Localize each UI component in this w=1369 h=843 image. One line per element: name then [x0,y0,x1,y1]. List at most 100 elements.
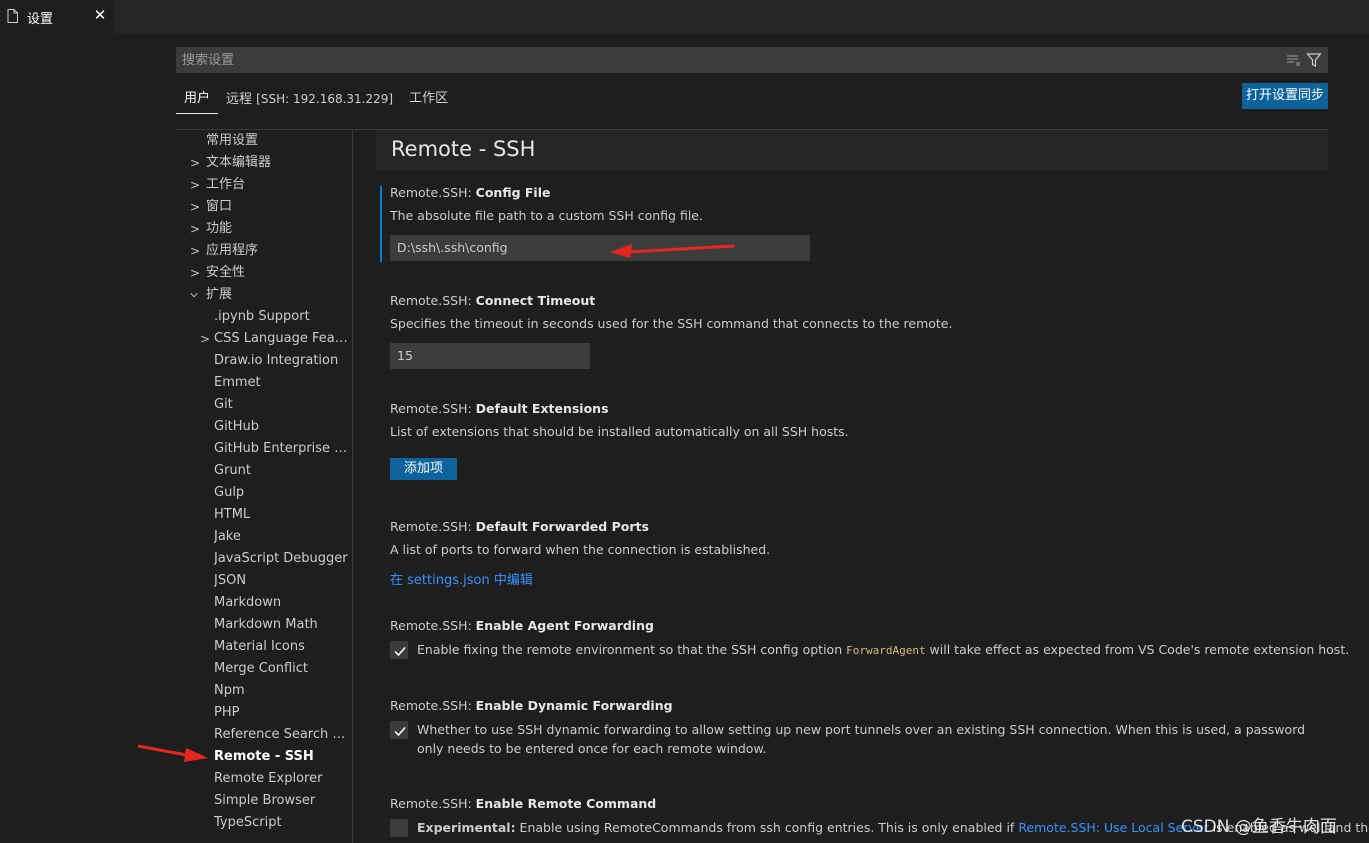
chevron-right-icon: > [190,244,201,258]
dynamic-forwarding-checkbox[interactable] [390,721,408,739]
toc-ext-markdown[interactable]: Markdown [214,592,350,614]
toc-ext-php[interactable]: PHP [214,702,350,724]
toc-item-application[interactable]: 应用程序 [206,240,258,262]
toc-ext-grunt[interactable]: Grunt [214,460,350,482]
tab-remote-label: 远程 [226,92,253,107]
editor-tab-bar: 设置 ✕ [0,0,1369,33]
toc-divider [352,130,353,843]
toc-item-security[interactable]: 安全性 [206,262,245,284]
annotation-arrow-remote-ssh [137,744,208,762]
settings-tab[interactable]: 设置 ✕ [0,0,113,33]
setting-description: Specifies the timeout in seconds used fo… [390,316,953,331]
desc-text: Enable fixing the remote environment so … [417,642,847,657]
setting-name: Default Forwarded Ports [475,519,649,534]
toc-item-text-editor[interactable]: 文本编辑器 [206,152,271,174]
toc-ext-ipynb[interactable]: .ipynb Support [214,306,350,328]
section-title: Remote - SSH [391,137,536,161]
toc-ext-json[interactable]: JSON [214,570,350,592]
desc-text: Enable using RemoteCommands from ssh con… [515,820,1019,835]
file-icon [7,9,18,23]
edit-in-settings-json-link[interactable]: 在 settings.json 中编辑 [390,569,533,588]
toc-ext-remote-explorer[interactable]: Remote Explorer [214,768,350,790]
watermark: CSDN @鱼香牛肉面 [1181,817,1337,837]
setting-description: A list of ports to forward when the conn… [390,542,771,557]
toc-ext-markdown-math[interactable]: Markdown Math [214,614,350,636]
toc-ext-emmet[interactable]: Emmet [214,372,350,394]
toc-ext-drawio[interactable]: Draw.io Integration [214,350,350,372]
setting-name: Connect Timeout [475,293,596,308]
toc-ext-typescript[interactable]: TypeScript [214,812,350,834]
tab-workspace[interactable]: 工作区 [401,86,456,114]
setting-description: List of extensions that should be instal… [390,424,849,439]
agent-forwarding-checkbox[interactable] [390,641,408,659]
toc-item-common[interactable]: 常用设置 [206,130,258,152]
close-icon[interactable]: ✕ [92,6,108,24]
experimental-label: Experimental: [417,820,516,835]
tab-label: 设置 [27,12,54,27]
setting-title-agent-forwarding: Remote.SSH: Enable Agent Forwarding [390,618,654,633]
setting-category: Remote.SSH: [390,519,476,534]
chevron-right-icon: > [190,266,201,280]
toc-ext-git[interactable]: Git [214,394,350,416]
toc-ext-gulp[interactable]: Gulp [214,482,350,504]
setting-title-remote-command: Remote.SSH: Enable Remote Command [390,796,656,811]
toc-ext-css[interactable]: CSS Language Features [214,328,352,350]
setting-title-default-extensions: Remote.SSH: Default Extensions [390,401,609,416]
annotation-arrow-config [610,244,735,258]
setting-category: Remote.SSH: [390,401,476,416]
setting-title-connect-timeout: Remote.SSH: Connect Timeout [390,293,595,308]
setting-name: Default Extensions [475,401,609,416]
setting-category: Remote.SSH: [390,185,476,200]
toc-item-extensions[interactable]: 扩展 [206,284,232,306]
toc-ext-html[interactable]: HTML [214,504,350,526]
toc-ext-github-enterprise[interactable]: GitHub Enterprise Ser... [214,438,350,460]
config-file-input[interactable]: D:\ssh\.ssh\config [390,235,810,261]
tab-user[interactable]: 用户 [176,86,219,114]
toc-ext-remote-ssh[interactable]: Remote - SSH [214,746,350,768]
inline-code: ForwardAgent [846,644,926,657]
toc-item-window[interactable]: 窗口 [206,196,232,218]
toc-ext-merge-conflict[interactable]: Merge Conflict [214,658,350,680]
filter-icon[interactable] [1306,52,1322,68]
section-header: Remote - SSH [376,130,1328,171]
connect-timeout-input[interactable]: 15 [390,343,590,369]
toc-item-workbench[interactable]: 工作台 [206,174,245,196]
toc-ext-github[interactable]: GitHub [214,416,350,438]
toc-ext-material-icons[interactable]: Material Icons [214,636,350,658]
setting-description: Enable fixing the remote environment so … [417,640,1349,660]
chevron-right-icon: > [190,156,201,170]
toc-ext-reference-search[interactable]: Reference Search View [214,724,352,746]
setting-description: The absolute file path to a custom SSH c… [390,208,703,223]
desc-text: will take effect as expected from VS Cod… [925,642,1350,657]
toc-item-features[interactable]: 功能 [206,218,232,240]
setting-title-config-file: Remote.SSH: Config File [390,185,550,200]
remote-command-checkbox[interactable] [390,819,408,837]
setting-category: Remote.SSH: [390,618,476,633]
toc-ext-npm[interactable]: Npm [214,680,350,702]
toc-ext-js-debugger[interactable]: JavaScript Debugger [214,548,350,570]
chevron-right-icon: > [200,332,211,346]
search-input[interactable] [176,47,1276,73]
setting-category: Remote.SSH: [390,293,476,308]
chevron-down-icon [190,292,198,298]
check-icon [394,727,406,737]
setting-description: Whether to use SSH dynamic forwarding to… [417,722,1306,756]
setting-title-default-forwarded-ports: Remote.SSH: Default Forwarded Ports [390,519,649,534]
focused-setting-indicator [380,186,382,262]
add-item-button[interactable]: 添加项 [390,458,457,480]
clear-filter-icon[interactable] [1286,52,1302,68]
settings-search [176,47,1328,73]
settings-toc: 常用设置 > 文本编辑器 > 工作台 > 窗口 > 功能 > 应用程序 > 安全… [176,130,352,843]
turn-on-settings-sync-button[interactable]: 打开设置同步 [1242,83,1328,109]
setting-name: Enable Agent Forwarding [475,618,654,633]
toc-ext-jake[interactable]: Jake [214,526,350,548]
setting-name: Config File [475,185,551,200]
setting-title-dynamic-forwarding: Remote.SSH: Enable Dynamic Forwarding [390,698,673,713]
chevron-right-icon: > [190,200,201,214]
chevron-right-icon: > [190,178,201,192]
tab-remote[interactable]: 远程 [SSH: 192.168.31.229] [218,86,401,114]
check-icon [394,647,406,657]
toc-ext-simple-browser[interactable]: Simple Browser [214,790,350,812]
chevron-right-icon: > [190,222,201,236]
setting-category: Remote.SSH: [390,698,476,713]
